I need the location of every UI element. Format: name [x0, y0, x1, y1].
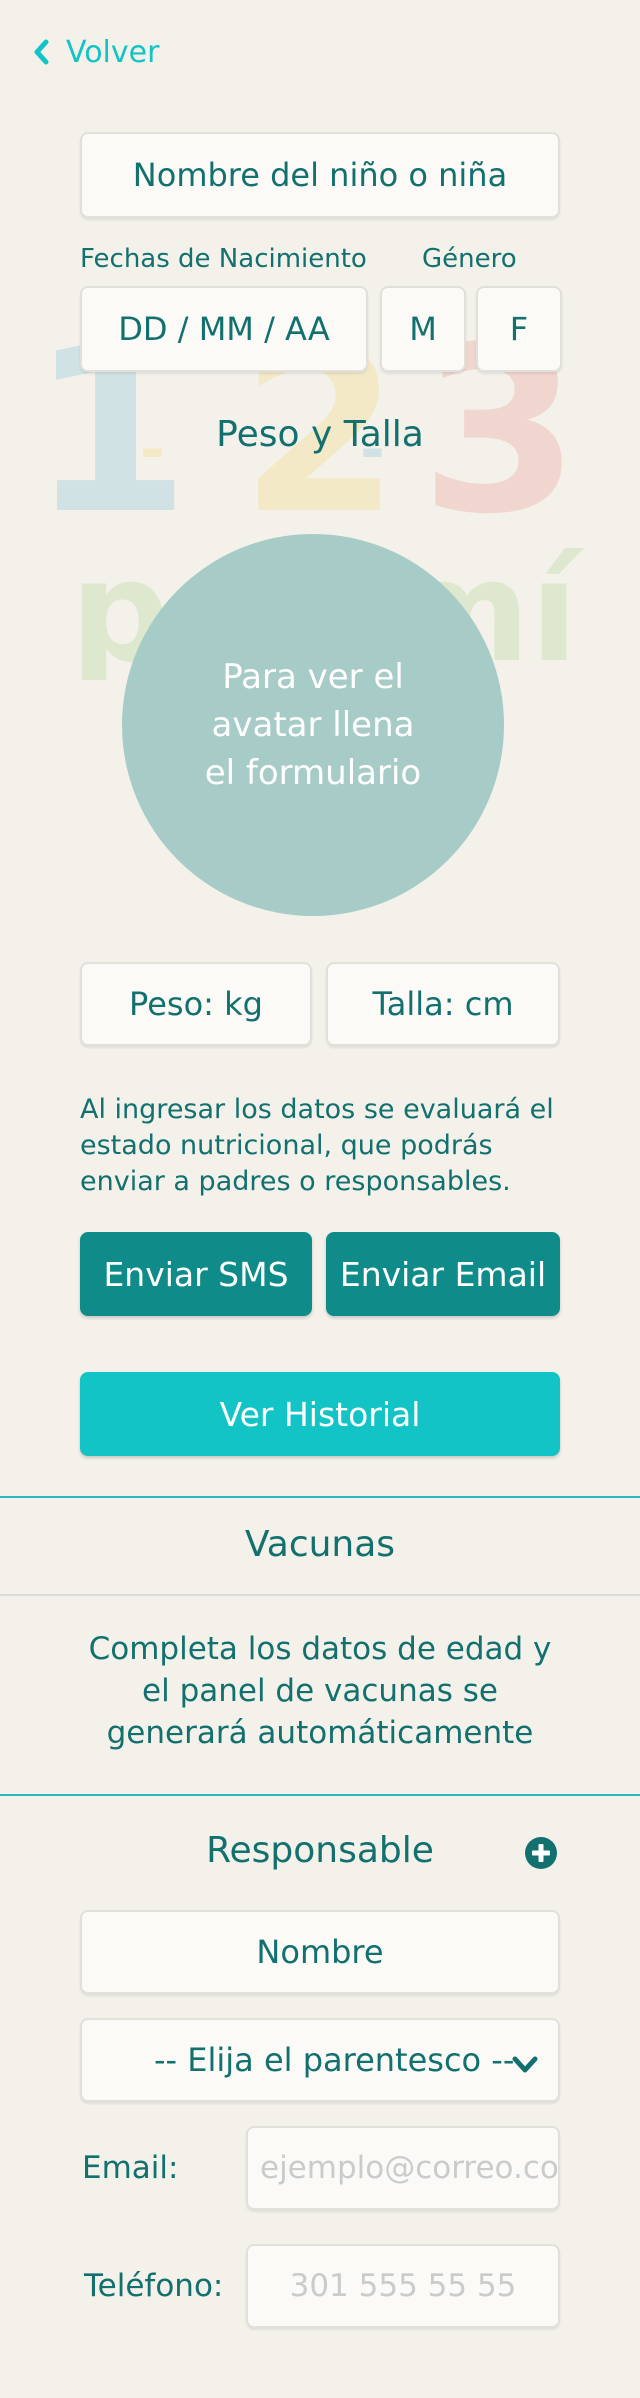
email-input[interactable]: ejemplo@correo.co	[246, 2126, 560, 2210]
chevron-left-icon	[30, 37, 52, 67]
responsible-name-placeholder: Nombre	[256, 1933, 384, 1971]
phone-input[interactable]: 301 555 55 55	[246, 2244, 560, 2328]
add-responsible-button[interactable]	[524, 1836, 558, 1870]
weight-height-title: Peso y Talla	[216, 414, 424, 455]
avatar-placeholder: Para ver el avatar llena el formulario	[122, 534, 504, 916]
email-label: Email:	[82, 2150, 179, 2186]
gender-m-label: M	[409, 310, 437, 348]
view-history-button[interactable]: Ver Historial	[80, 1372, 560, 1456]
phone-placeholder: 301 555 55 55	[289, 2268, 517, 2304]
gender-label: Género	[422, 244, 517, 274]
divider	[0, 1496, 640, 1498]
chevron-down-icon	[510, 2048, 540, 2074]
plus-circle-icon	[524, 1836, 558, 1870]
send-email-label: Enviar Email	[339, 1254, 547, 1294]
back-button[interactable]: Volver	[30, 30, 159, 74]
height-input[interactable]: Talla: cm	[326, 962, 560, 1046]
view-history-label: Ver Historial	[219, 1394, 421, 1434]
vaccines-message: Completa los datos de edad y el panel de…	[88, 1631, 552, 1751]
send-sms-label: Enviar SMS	[103, 1254, 289, 1294]
avatar-message: Para ver el avatar llena el formulario	[204, 657, 422, 793]
responsible-name-input[interactable]: Nombre	[80, 1910, 560, 1994]
phone-label: Teléfono:	[84, 2268, 224, 2304]
weight-input[interactable]: Peso: kg	[80, 962, 312, 1046]
relation-select[interactable]: -- Elija el parentesco --	[80, 2018, 560, 2102]
back-label: Volver	[66, 34, 160, 70]
nutrition-info-text: Al ingresar los datos se evaluará el est…	[80, 1094, 554, 1197]
send-email-button[interactable]: Enviar Email	[326, 1232, 560, 1316]
birth-date-placeholder: DD / MM / AA	[118, 310, 330, 348]
gender-f-label: F	[509, 310, 529, 348]
divider	[0, 1594, 640, 1596]
email-placeholder: ejemplo@correo.co	[260, 2150, 559, 2186]
weight-placeholder: Peso: kg	[129, 985, 263, 1023]
gender-f-button[interactable]: F	[476, 286, 562, 372]
birth-date-label: Fechas de Nacimiento	[80, 244, 367, 274]
vaccines-title: Vacunas	[244, 1524, 396, 1565]
height-placeholder: Talla: cm	[372, 985, 514, 1023]
birth-date-input[interactable]: DD / MM / AA	[80, 286, 368, 372]
send-sms-button[interactable]: Enviar SMS	[80, 1232, 312, 1316]
divider	[0, 1794, 640, 1796]
relation-select-value: -- Elija el parentesco --	[154, 2041, 515, 2079]
child-name-input[interactable]: Nombre del niño o niña	[80, 132, 560, 218]
child-name-placeholder: Nombre del niño o niña	[132, 156, 508, 194]
gender-m-button[interactable]: M	[380, 286, 466, 372]
